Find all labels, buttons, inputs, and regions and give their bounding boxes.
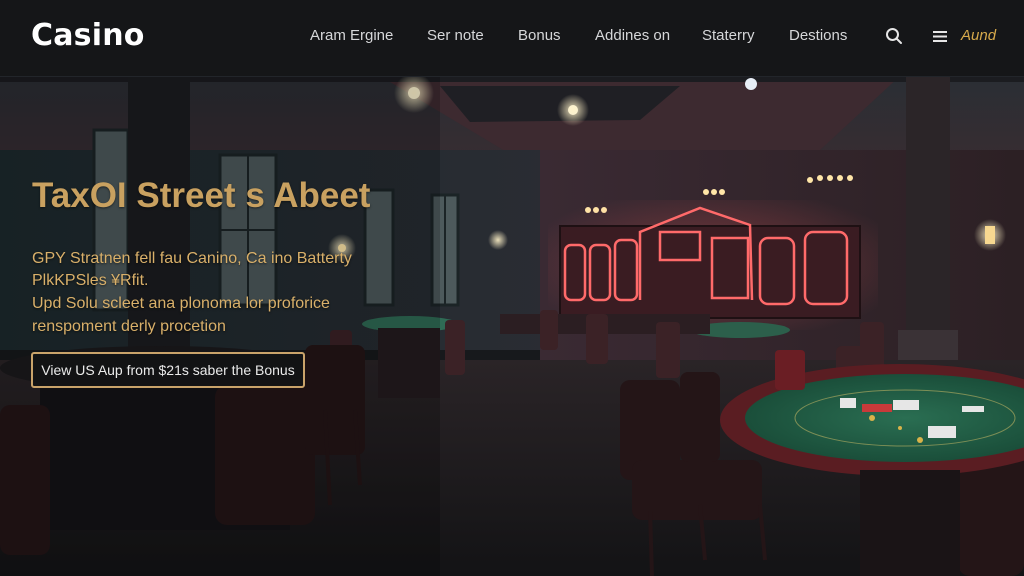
view-bonus-button[interactable]: View US Aup from $21s saber the Bonus: [31, 352, 305, 388]
menu-icon[interactable]: [933, 30, 948, 48]
brand-logo[interactable]: Casino: [31, 18, 145, 53]
hero-text-line-2: PlkKPSles ¥Rfit.: [32, 272, 149, 289]
hero-text-line-1: GPY Stratnen fell fau Canino, Ca ino Bat…: [32, 250, 352, 267]
nav-item-2[interactable]: Ser note: [427, 27, 484, 44]
hero-title: TaxOI Street s Abeet: [32, 176, 371, 215]
language-selector[interactable]: Aund: [961, 27, 996, 44]
nav-item-bonus[interactable]: Bonus: [518, 27, 561, 44]
casino-room-illustration: [0, 73, 1024, 576]
search-icon[interactable]: [885, 27, 903, 50]
top-navbar: Casino Aram Ergine Ser note Bonus Addine…: [0, 0, 1024, 77]
hero-background-scene: [0, 0, 1024, 576]
nav-item-5[interactable]: Staterry: [702, 27, 755, 44]
nav-item-1[interactable]: Aram Ergine: [310, 27, 393, 44]
nav-item-4[interactable]: Addines on: [595, 27, 670, 44]
nav-item-6[interactable]: Destions: [789, 27, 847, 44]
hero-text-line-4: renspoment derly procetion: [32, 318, 226, 335]
hero-text-line-3: Upd Solu scleet ana plonoma lor proforic…: [32, 295, 330, 312]
